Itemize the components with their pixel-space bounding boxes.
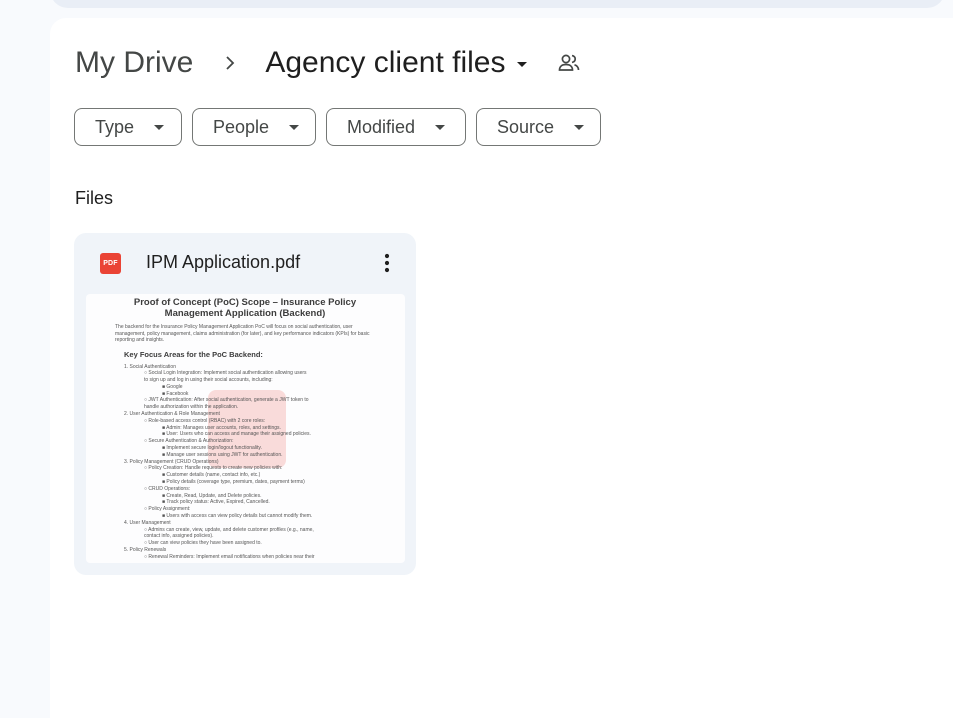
preview-line: 3. Policy Management (CRUD Operations): [124, 458, 219, 465]
preview-line: 4. User Management: [124, 519, 171, 526]
file-preview-thumbnail: Proof of Concept (PoC) Scope – Insurance…: [86, 294, 405, 563]
preview-intro: The backend for the Insurance Policy Man…: [115, 324, 370, 343]
preview-line: ■ Implement secure login/logout function…: [162, 445, 262, 452]
preview-line: ○ JWT Authentication: After social authe…: [144, 397, 309, 404]
shared-people-icon[interactable]: [557, 51, 581, 75]
preview-title: Proof of Concept (PoC) Scope – Insurance…: [133, 297, 357, 319]
preview-line: ■ Customer details (name, contact info, …: [162, 472, 261, 479]
filter-source-label: Source: [497, 116, 555, 137]
preview-line: ■ Policy details (coverage type, premium…: [162, 479, 305, 486]
preview-line: ■ Track policy status: Active, Expired, …: [162, 499, 270, 506]
filter-type-label: Type: [95, 116, 135, 137]
more-actions-button[interactable]: [374, 250, 400, 276]
preview-line: ○ Renewal Reminders: Implement email not…: [144, 553, 315, 560]
chevron-right-icon: [217, 50, 243, 76]
preview-line: ■ Users with access can view policy deta…: [162, 513, 313, 520]
preview-line: ○ Secure Authentication & Authorization:: [144, 438, 234, 445]
preview-line: ■ Create, Read, Update, and Delete polic…: [162, 492, 262, 499]
preview-line: ○ CRUD Operations:: [144, 485, 191, 492]
preview-lines: 1. Social Authentication ○ Social Login I…: [124, 364, 374, 561]
filter-people[interactable]: People: [192, 108, 316, 146]
pdf-icon-text: PDF: [103, 260, 118, 267]
preview-line: ■ Facebook: [162, 390, 189, 397]
caret-down-icon: [517, 61, 528, 67]
caret-down-icon: [574, 124, 585, 130]
preview-line: ○ Social Login Integration: Implement so…: [144, 370, 307, 377]
filter-source[interactable]: Source: [476, 108, 601, 146]
preview-line: ○ Role-based access control (RBAC) with …: [144, 417, 266, 424]
preview-line: ■ User: Users who can access and manage …: [162, 431, 311, 438]
filter-chips: Type People Modified Source: [74, 108, 601, 146]
caret-down-icon: [435, 124, 446, 130]
files-section-heading: Files: [75, 188, 114, 208]
filter-people-label: People: [213, 116, 270, 137]
preview-document: Proof of Concept (PoC) Scope – Insurance…: [115, 297, 374, 561]
preview-line: ■ Google: [162, 383, 183, 390]
preview-line: ○ Policy Assignment:: [144, 506, 191, 513]
preview-line: ○ Admins can create, view, update, and d…: [144, 526, 314, 533]
current-folder-name: Agency client files: [265, 46, 506, 79]
preview-heading: Key Focus Areas for the PoC Backend:: [124, 349, 263, 359]
file-name: IPM Application.pdf: [146, 252, 301, 272]
preview-line: handle authorization within the applicat…: [144, 404, 239, 411]
preview-line: ○ User can view policies they have been …: [144, 540, 262, 547]
top-bar-edge: [50, 0, 945, 8]
breadcrumb-my-drive[interactable]: My Drive: [75, 46, 193, 80]
breadcrumb: My Drive Agency client files: [75, 40, 581, 86]
preview-line: 5. Policy Renewals: [124, 547, 167, 554]
caret-down-icon: [154, 124, 165, 130]
file-card[interactable]: PDF IPM Application.pdf Proof of Concept…: [74, 233, 416, 575]
filter-modified-label: Modified: [347, 116, 416, 137]
filter-type[interactable]: Type: [74, 108, 182, 146]
pdf-icon: PDF: [100, 253, 121, 274]
preview-line: to sign up and log in using their social…: [144, 377, 273, 384]
preview-line: ■ Manage user sessions using JWT for aut…: [162, 451, 283, 458]
preview-line: ○ Policy Creation: Handle requests to cr…: [144, 465, 283, 472]
filter-modified[interactable]: Modified: [326, 108, 466, 146]
more-vert-icon: [384, 253, 390, 273]
breadcrumb-current-folder[interactable]: Agency client files: [265, 46, 528, 80]
preview-line: 1. Social Authentication: [124, 363, 176, 370]
preview-line: contact info, assigned policies).: [144, 533, 214, 540]
preview-line: 2. User Authentication & Role Management: [124, 411, 220, 418]
preview-line: ■ Admin: Manages user accounts, roles, a…: [162, 424, 281, 431]
caret-down-icon: [289, 124, 300, 130]
